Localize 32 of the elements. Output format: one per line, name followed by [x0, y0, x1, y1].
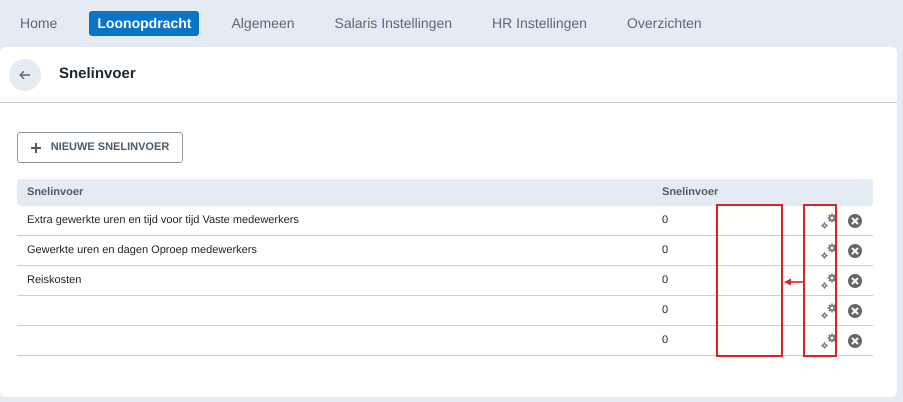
nav-tab[interactable]: Algemeen	[223, 11, 303, 36]
table-cell: 0	[662, 274, 668, 286]
gears-icon[interactable]	[820, 332, 838, 350]
delete-icon[interactable]	[848, 214, 862, 228]
table-cell: Gewerkte uren en dagen Oproep medewerkers	[27, 244, 257, 256]
nav-tab[interactable]: Salaris Instellingen	[326, 11, 460, 36]
plus-icon	[30, 142, 41, 152]
column-header: Snelinvoer	[26, 185, 84, 200]
table-cell: Reiskosten	[27, 274, 82, 286]
nav-tab[interactable]: HR Instellingen	[484, 11, 595, 36]
gears-icon[interactable]	[820, 212, 838, 230]
table-cell: 0	[662, 334, 668, 346]
arrow	[784, 278, 803, 286]
nav-tab[interactable]: Home	[12, 11, 66, 36]
back-arrow-icon	[19, 70, 31, 80]
new-entry-button[interactable]: NIEUWE SNELINVOER	[17, 132, 183, 163]
table-cell: 0	[662, 244, 668, 256]
table-cell: 0	[662, 214, 668, 226]
nav-tab[interactable]: Overzichten	[618, 11, 710, 36]
gears-icon[interactable]	[820, 302, 838, 320]
table-cell: Extra gewerkte uren en tijd voor tijd Vaste medewerkers	[27, 214, 299, 226]
delete-icon[interactable]	[848, 304, 862, 318]
table-cell: 0	[662, 304, 668, 316]
gears-icon[interactable]	[820, 242, 838, 260]
delete-icon[interactable]	[848, 334, 862, 348]
delete-icon[interactable]	[848, 274, 862, 288]
delete-icon[interactable]	[848, 244, 862, 258]
back-button[interactable]	[9, 58, 41, 90]
gears-icon[interactable]	[820, 272, 838, 290]
page-title: Snelinvoer	[59, 64, 136, 84]
nav-tab[interactable]: Loonopdracht	[89, 11, 200, 36]
column-header: Snelinvoer	[662, 185, 718, 200]
